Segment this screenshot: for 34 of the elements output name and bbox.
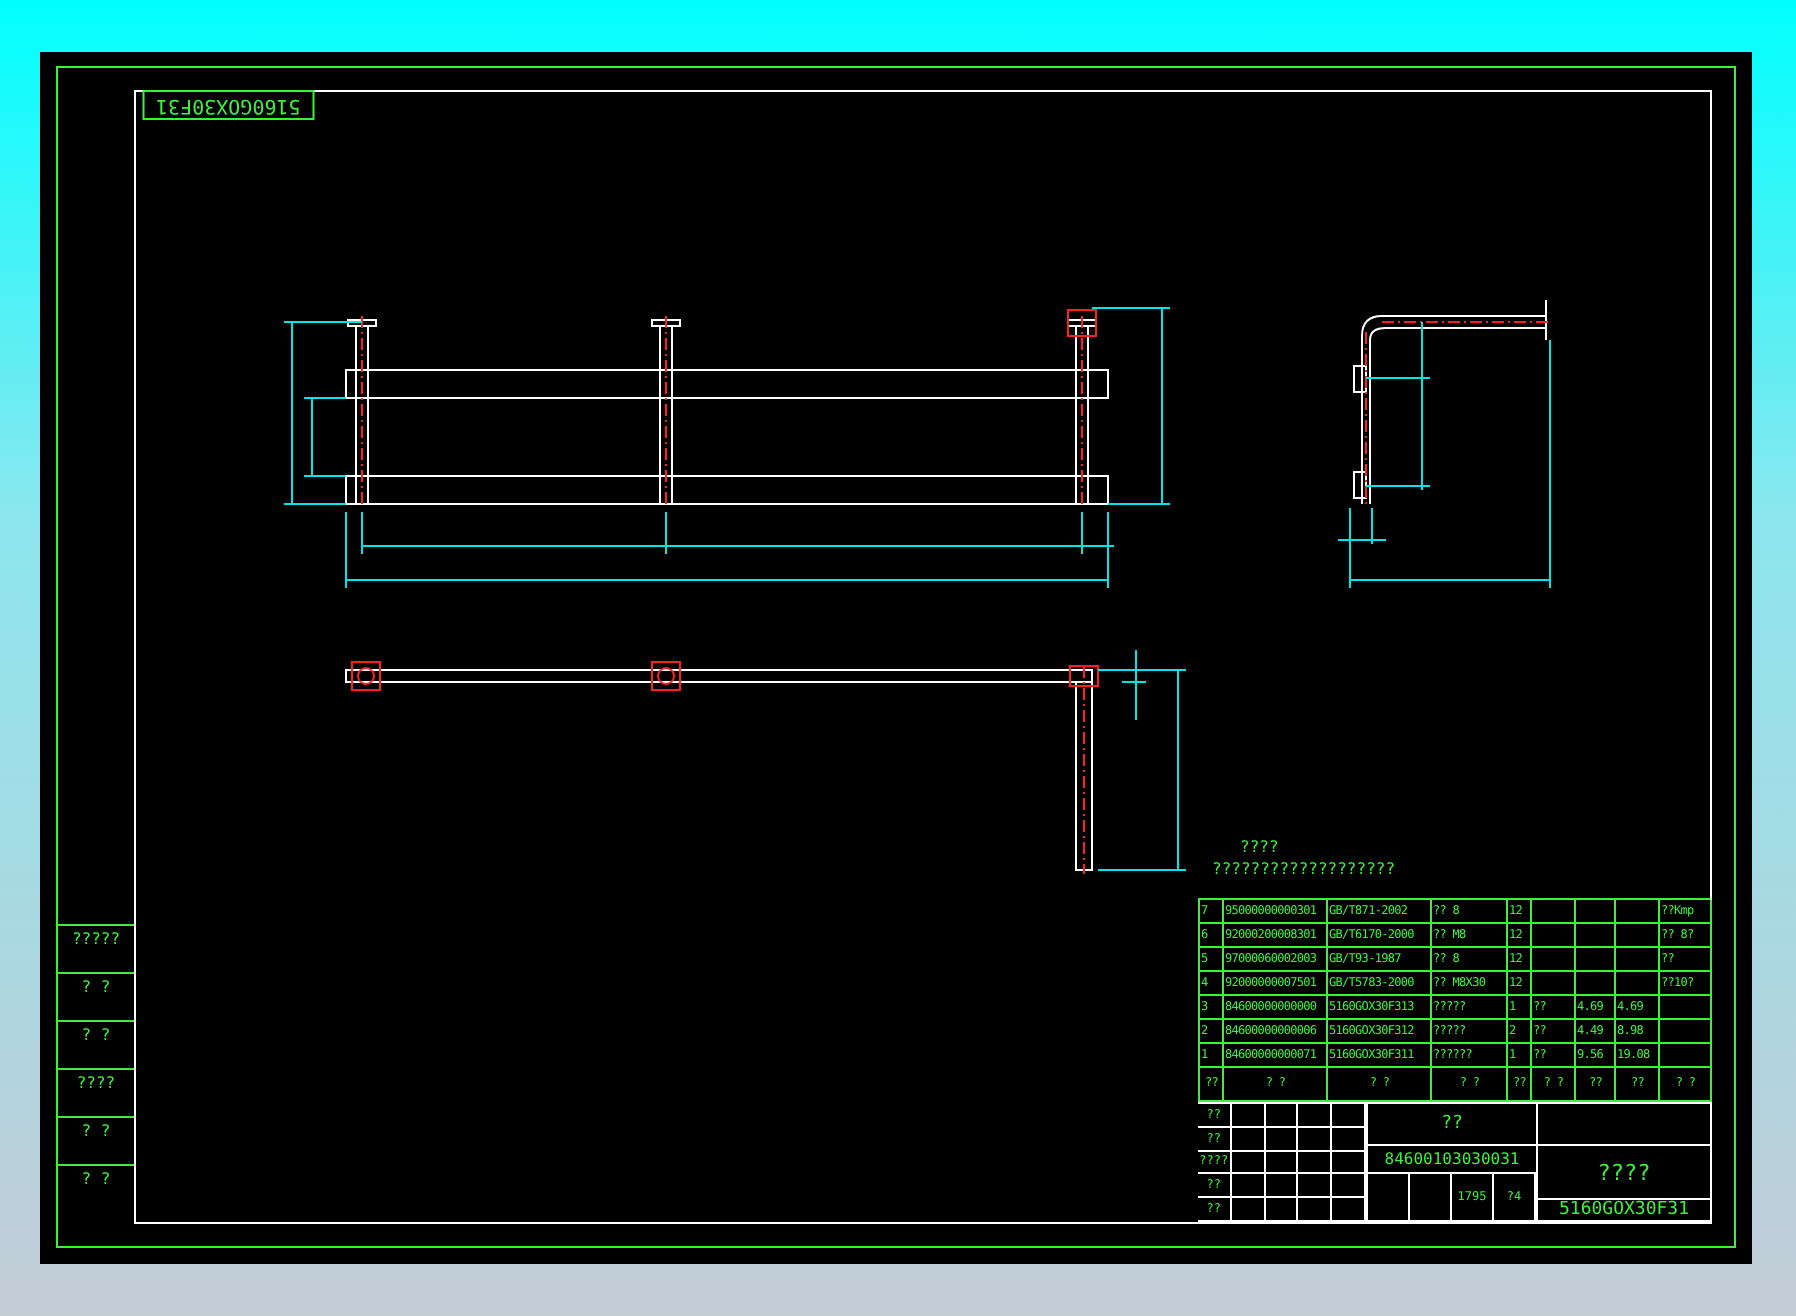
parts-list-cell — [1616, 948, 1660, 972]
part-name: ?? — [1368, 1104, 1536, 1146]
signature-cell — [1231, 1127, 1266, 1152]
signature-cell — [1265, 1127, 1299, 1152]
parts-list-cell — [1616, 924, 1660, 948]
parts-list-cell — [1576, 924, 1616, 948]
parts-list-cell — [1660, 996, 1712, 1020]
strip-label: ? ? — [58, 972, 134, 1020]
drawing-number: 5160GOX30F31 — [1538, 1200, 1710, 1222]
drawing-number-label: 5160GOX30F31 — [142, 90, 315, 120]
strip-label: ? ? — [58, 1164, 134, 1212]
parts-list-cell — [1532, 972, 1576, 996]
signature-cell — [1231, 1174, 1266, 1199]
strip-label: ????? — [58, 924, 134, 972]
signature-cell — [1265, 1174, 1299, 1199]
strip-label: ???? — [58, 1068, 134, 1116]
parts-list-cell — [1532, 948, 1576, 972]
notes-title: ???? — [1238, 838, 1279, 856]
parts-list-cell — [1576, 972, 1616, 996]
strip-label: ? ? — [58, 1116, 134, 1164]
parts-list-cell — [1660, 1044, 1712, 1068]
notes-text: ??????????????????? — [1212, 860, 1396, 878]
signature-cell — [1231, 1151, 1266, 1175]
parts-list-cell — [1616, 972, 1660, 996]
signature-cell — [1298, 1151, 1333, 1175]
company-name: ???? — [1538, 1146, 1710, 1200]
strip-label: ? ? — [58, 1020, 134, 1068]
parts-list-cell — [1660, 1020, 1712, 1044]
part-code: 84600103030031 — [1368, 1146, 1536, 1174]
signature-cell — [1298, 1127, 1333, 1152]
signature-cell — [1265, 1151, 1299, 1175]
signature-cell — [1298, 1174, 1333, 1199]
parts-list-cell — [1532, 924, 1576, 948]
parts-list-cell — [1576, 948, 1616, 972]
